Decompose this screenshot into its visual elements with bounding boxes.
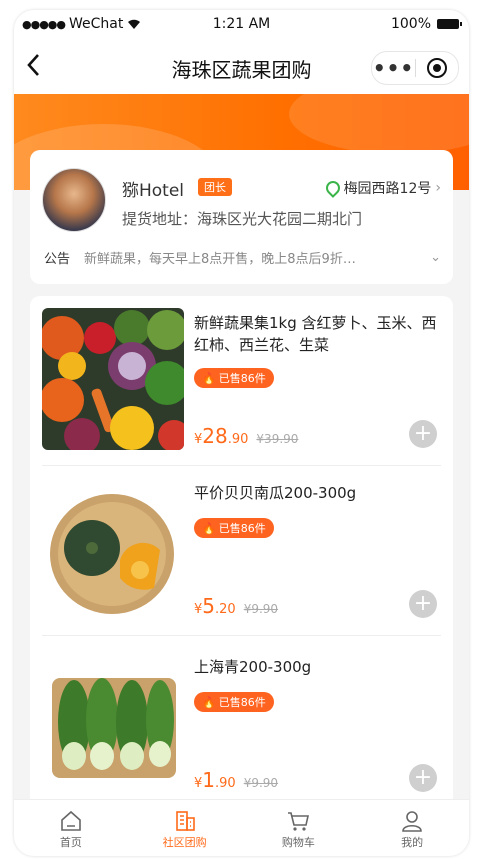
avatar — [42, 168, 106, 232]
product-item[interactable]: 平价贝贝南瓜200-300g 🔥 已售86件 ¥ 5 .20 ¥9.90 + — [30, 466, 453, 636]
location-link[interactable]: 梅园西路12号 › — [322, 178, 441, 198]
fire-icon: 🔥 — [202, 521, 216, 535]
product-image-vegetable-bundle[interactable] — [42, 308, 184, 450]
product-image-bok-choy[interactable] — [42, 652, 184, 794]
product-title: 上海青200-300g — [194, 658, 312, 676]
add-to-cart-button[interactable]: + — [409, 420, 437, 448]
pickup-address: 提货地址：海珠区光大花园二期北门 — [122, 210, 363, 228]
cart-icon — [288, 812, 310, 831]
original-price: ¥9.90 — [243, 602, 279, 616]
close-miniprogram-button[interactable] — [416, 58, 458, 78]
tab-me[interactable]: 我的 — [355, 800, 469, 856]
sold-badge: 🔥 已售86件 — [194, 368, 274, 388]
announcement-text: 新鲜蔬果，每天早上8点开售，晚上8点后9折… — [84, 252, 356, 267]
building-icon — [175, 811, 195, 831]
product-item[interactable]: 上海青200-300g 🔥 已售86件 ¥ 1 .90 ¥9.90 + — [30, 640, 453, 810]
target-icon — [427, 58, 447, 78]
fire-icon: 🔥 — [202, 695, 216, 709]
product-title: 平价贝贝南瓜200-300g — [194, 484, 357, 502]
battery-percent: 100% — [390, 16, 431, 32]
price: ¥ 28 .90 ¥39.90 — [194, 424, 299, 448]
status-bar: ●●●●● WeChat 1:21 AM 100% — [14, 10, 469, 38]
leader-badge: 团长 — [198, 178, 232, 196]
announcement-bar[interactable]: 公告 新鲜蔬果，每天早上8点开售，晚上8点后9折… ⌄ — [44, 248, 441, 267]
tab-community-group[interactable]: 社区团购 — [128, 800, 242, 856]
original-price: ¥9.90 — [243, 776, 279, 790]
product-list: 新鲜蔬果集1kg 含红萝卜、玉米、西红柿、西兰花、生菜 🔥 已售86件 ¥ 28… — [30, 296, 453, 816]
sold-badge: 🔥 已售86件 — [194, 692, 274, 712]
chevron-down-icon: ⌄ — [430, 250, 441, 265]
nav-bar: 海珠区蔬果团购 ••• — [14, 38, 469, 94]
sold-badge: 🔥 已售86件 — [194, 518, 274, 538]
group-leader-card[interactable]: 猕Hotel 团长 梅园西路12号 › 提货地址：海珠区光大花园二期北门 公告 … — [30, 150, 453, 284]
location-pin-icon — [322, 178, 343, 198]
battery-icon — [437, 19, 462, 29]
product-item[interactable]: 新鲜蔬果集1kg 含红萝卜、玉米、西红柿、西兰花、生菜 🔥 已售86件 ¥ 28… — [30, 296, 453, 466]
price: ¥ 5 .20 ¥9.90 — [194, 594, 279, 618]
add-to-cart-button[interactable]: + — [409, 764, 437, 792]
tab-cart[interactable]: 购物车 — [242, 800, 356, 856]
home-icon — [61, 810, 81, 831]
location-text: 梅园西路12号 — [343, 181, 432, 197]
product-image-pumpkin[interactable] — [42, 478, 184, 620]
price: ¥ 1 .90 ¥9.90 — [194, 768, 279, 792]
menu-capsule: ••• — [371, 51, 459, 85]
tab-bar: 首页 社区团购 购物车 我的 — [14, 799, 469, 856]
announcement-label: 公告 — [44, 252, 71, 267]
chevron-right-icon: › — [435, 180, 441, 196]
add-to-cart-button[interactable]: + — [409, 590, 437, 618]
original-price: ¥39.90 — [256, 432, 299, 446]
phone-frame: ●●●●● WeChat 1:21 AM 100% 海珠区蔬果团购 ••• 猕H… — [14, 10, 469, 856]
tab-home[interactable]: 首页 — [14, 800, 128, 856]
fire-icon: 🔥 — [202, 371, 216, 385]
user-icon — [402, 811, 422, 832]
leader-name: 猕Hotel — [122, 181, 185, 201]
more-icon[interactable]: ••• — [372, 58, 415, 78]
product-title: 新鲜蔬果集1kg 含红萝卜、玉米、西红柿、西兰花、生菜 — [194, 314, 437, 354]
